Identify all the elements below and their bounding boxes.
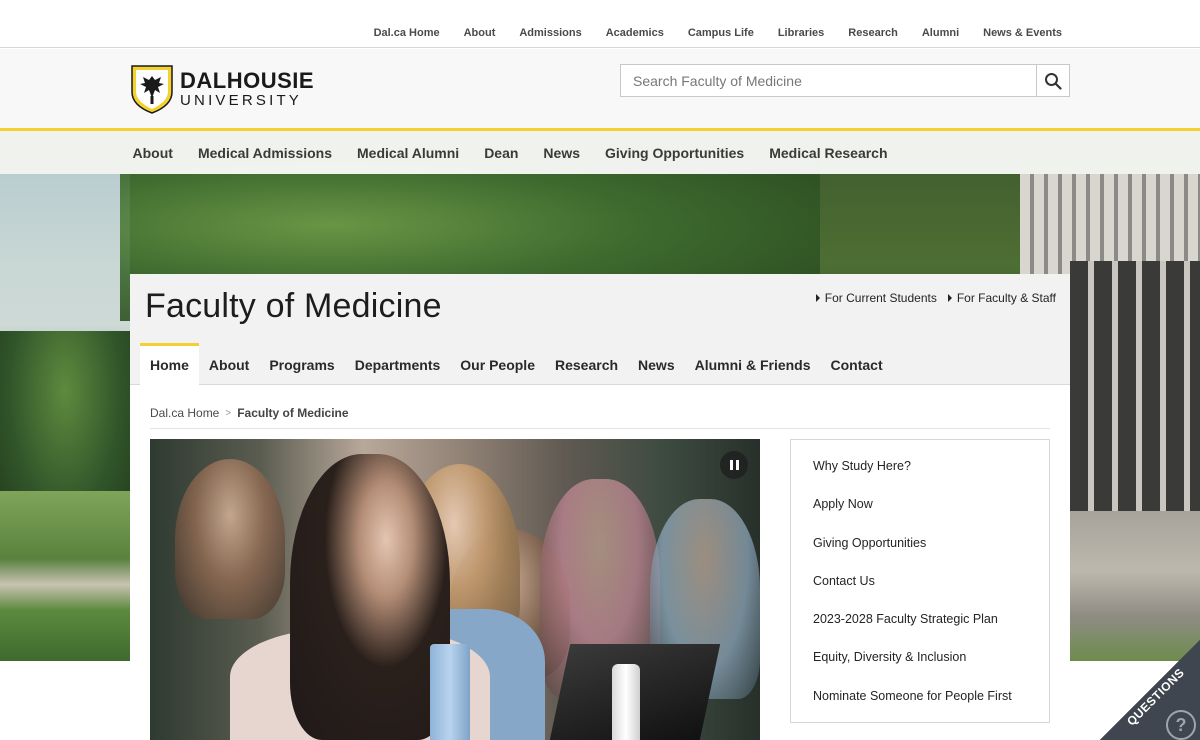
side-link-nominate-people-first[interactable]: Nominate Someone for People First	[791, 684, 1049, 722]
page-title: Faculty of Medicine	[145, 287, 442, 325]
tab-news[interactable]: News	[628, 343, 685, 385]
breadcrumb-current: Faculty of Medicine	[237, 406, 349, 420]
breadcrumb-home[interactable]: Dal.ca Home	[150, 406, 219, 420]
link-current-students[interactable]: For Current Students	[815, 291, 937, 305]
utility-link-news-events[interactable]: News & Events	[983, 27, 1062, 39]
logo-wordmark-line1: DALHOUSIE	[180, 68, 315, 93]
tab-contact[interactable]: Contact	[821, 343, 893, 385]
side-link-contact-us[interactable]: Contact Us	[791, 569, 1049, 607]
tab-research[interactable]: Research	[545, 343, 628, 385]
audience-links: For Current Students For Faculty & Staff	[805, 291, 1056, 305]
side-link-giving-opportunities[interactable]: Giving Opportunities	[791, 531, 1049, 569]
caret-right-icon	[815, 294, 820, 302]
utility-link-admissions[interactable]: Admissions	[519, 27, 581, 39]
search-icon	[1045, 72, 1062, 90]
main-nav-medical-admissions[interactable]: Medical Admissions	[185, 145, 344, 161]
main-nav-dean[interactable]: Dean	[472, 145, 531, 161]
questions-widget[interactable]: QUESTIONS ?	[1100, 640, 1200, 740]
dalhousie-logo[interactable]: DALHOUSIE UNIVERSITY	[130, 64, 314, 114]
utility-nav: Dal.ca Home About Admissions Academics C…	[350, 27, 1062, 39]
side-link-why-study-here[interactable]: Why Study Here?	[791, 454, 1049, 492]
tab-home[interactable]: Home	[140, 343, 199, 385]
main-nav-medical-alumni[interactable]: Medical Alumni	[345, 145, 472, 161]
tab-about[interactable]: About	[199, 343, 259, 385]
main-nav-giving-opportunities[interactable]: Giving Opportunities	[593, 145, 757, 161]
utility-link-research[interactable]: Research	[848, 27, 898, 39]
utility-link-libraries[interactable]: Libraries	[778, 27, 824, 39]
slideshow-pause-button[interactable]	[720, 451, 748, 479]
tab-departments[interactable]: Departments	[345, 343, 451, 385]
main-nav-about[interactable]: About	[120, 145, 185, 161]
main-nav-medical-research[interactable]: Medical Research	[757, 145, 900, 161]
shield-icon	[131, 65, 173, 114]
search-input[interactable]	[620, 64, 1036, 97]
utility-link-alumni[interactable]: Alumni	[922, 27, 959, 39]
tab-our-people[interactable]: Our People	[450, 343, 545, 385]
tab-alumni-friends[interactable]: Alumni & Friends	[685, 343, 821, 385]
utility-bar: Dal.ca Home About Admissions Academics C…	[0, 0, 1200, 48]
main-nav-news[interactable]: News	[531, 145, 593, 161]
utility-link-dal-home[interactable]: Dal.ca Home	[374, 27, 440, 39]
slideshow-image	[150, 439, 760, 740]
content-panel: Faculty of Medicine For Current Students…	[130, 274, 1070, 740]
breadcrumb: Dal.ca Home > Faculty of Medicine	[150, 406, 349, 420]
search-button[interactable]	[1036, 64, 1070, 97]
utility-link-academics[interactable]: Academics	[606, 27, 664, 39]
utility-link-about[interactable]: About	[464, 27, 496, 39]
breadcrumb-divider	[150, 428, 1050, 429]
question-mark-icon: ?	[1166, 710, 1196, 740]
logo-wordmark-line2: UNIVERSITY	[180, 92, 303, 109]
side-link-edi[interactable]: Equity, Diversity & Inclusion	[791, 645, 1049, 683]
utility-link-campus-life[interactable]: Campus Life	[688, 27, 754, 39]
side-link-apply-now[interactable]: Apply Now	[791, 492, 1049, 530]
side-menu: Why Study Here? Apply Now Giving Opportu…	[790, 439, 1050, 723]
breadcrumb-separator-icon: >	[225, 407, 232, 419]
pause-icon	[729, 460, 733, 470]
main-nav: About Medical Admissions Medical Alumni …	[120, 131, 900, 174]
section-nav: Home About Programs Departments Our Peop…	[140, 343, 893, 385]
side-link-strategic-plan[interactable]: 2023-2028 Faculty Strategic Plan	[791, 607, 1049, 645]
search-form	[620, 64, 1070, 97]
tab-programs[interactable]: Programs	[259, 343, 344, 385]
site-header: DALHOUSIE UNIVERSITY	[0, 49, 1200, 129]
caret-right-icon	[947, 294, 952, 302]
link-faculty-staff[interactable]: For Faculty & Staff	[947, 291, 1056, 305]
faculty-header: Faculty of Medicine For Current Students…	[130, 274, 1070, 385]
